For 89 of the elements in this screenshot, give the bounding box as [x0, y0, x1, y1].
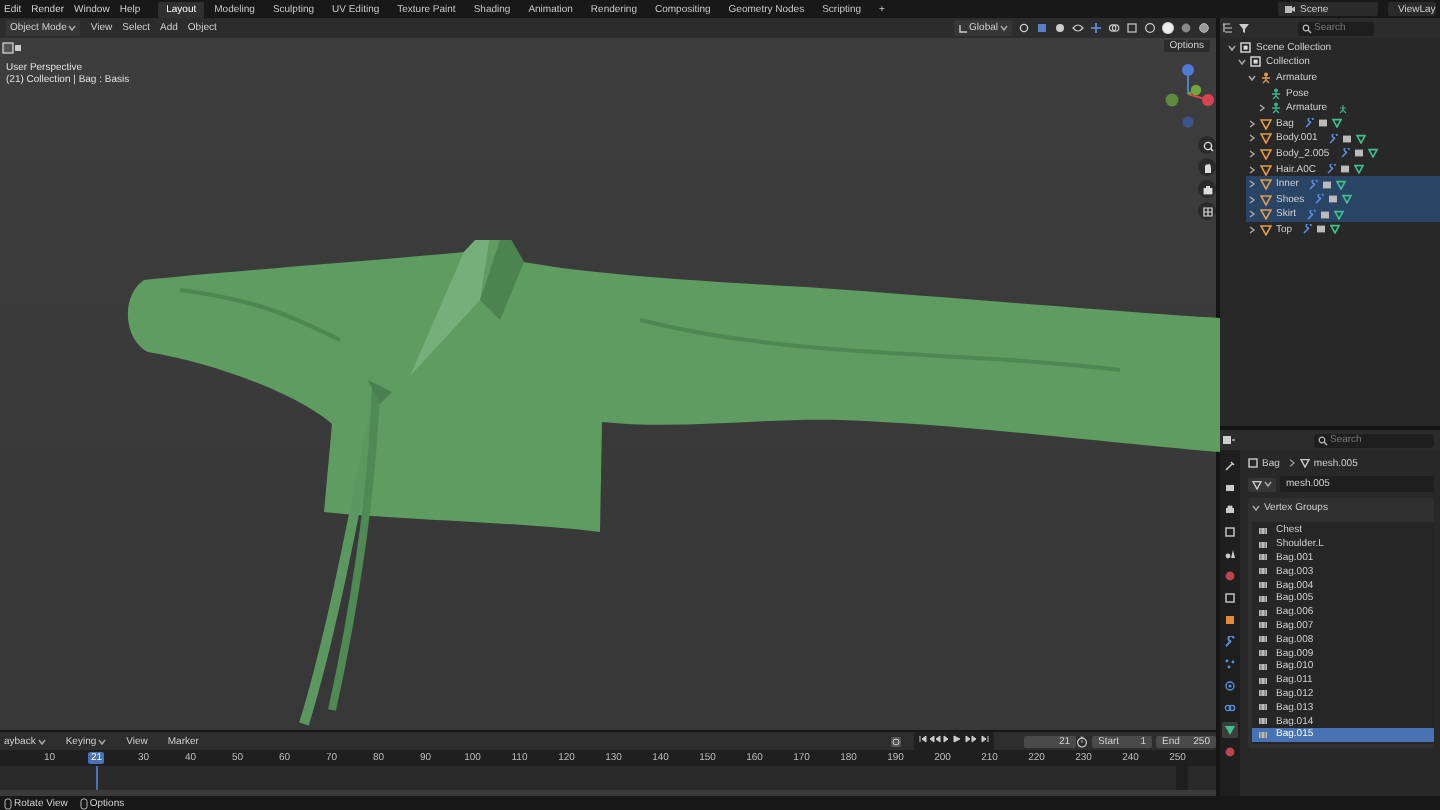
vertex-groups-icon[interactable]	[1317, 118, 1328, 129]
editor-type-icon[interactable]	[1222, 434, 1236, 446]
globe-icon	[1224, 570, 1236, 582]
properties-tab[interactable]	[1222, 546, 1238, 562]
figure-icon[interactable]	[1337, 103, 1348, 114]
square-icon	[1248, 458, 1258, 468]
vertex-group-icon	[1258, 702, 1268, 713]
properties-tab[interactable]	[1222, 612, 1238, 628]
properties-tab[interactable]	[1222, 502, 1238, 518]
navigation-button[interactable]	[1198, 158, 1216, 176]
navigation-button[interactable]	[1198, 180, 1216, 198]
properties-tab[interactable]	[1222, 524, 1238, 540]
wrench-icon[interactable]	[1339, 148, 1350, 159]
square-icon	[1224, 614, 1236, 626]
playhead-line	[96, 766, 98, 790]
overlay-icon[interactable]	[1108, 22, 1120, 34]
navigation-gizmo-drawing[interactable]	[1162, 60, 1214, 128]
vertex-group-icon	[1258, 566, 1268, 577]
properties-tab[interactable]	[1222, 678, 1238, 694]
caret-icon[interactable]	[37, 737, 46, 745]
caret-icon[interactable]	[1000, 24, 1008, 32]
triangle-icon	[1299, 458, 1310, 468]
properties-tab[interactable]	[1222, 722, 1238, 738]
gizmo-icon[interactable]	[1090, 22, 1102, 34]
display-mode-icon[interactable]	[1222, 22, 1236, 34]
properties-tab[interactable]	[1222, 458, 1238, 474]
axes-icon	[957, 23, 968, 33]
caret-icon[interactable]	[68, 24, 77, 32]
vertex-group-icon	[1258, 525, 1268, 536]
snap-icon[interactable]	[1036, 22, 1048, 34]
stopwatch-icon[interactable]	[1076, 735, 1088, 747]
mouse-icon	[79, 797, 88, 809]
link-icon	[1224, 702, 1236, 714]
sphere-icon	[1224, 746, 1236, 758]
pivot-icon[interactable]	[1018, 22, 1030, 34]
grid-icon	[1201, 205, 1213, 217]
mesh-data-browse-button[interactable]	[1248, 477, 1276, 491]
wrench-icon[interactable]	[1308, 179, 1319, 190]
solid-shading-icon[interactable]	[1162, 22, 1174, 34]
playback-buttons-icon	[918, 734, 990, 744]
caret-icon[interactable]	[98, 737, 107, 745]
camera-icon	[1201, 183, 1213, 195]
search-icon	[1302, 23, 1312, 33]
orbit-icon	[1224, 680, 1236, 692]
scene-icon	[1284, 4, 1296, 14]
wireframe-shading-icon[interactable]	[1144, 22, 1156, 34]
wrench-icon[interactable]	[1303, 118, 1314, 129]
triangle-icon[interactable]	[1331, 118, 1342, 129]
cursor-icon[interactable]	[12, 42, 24, 54]
navigation-button[interactable]	[1198, 136, 1216, 154]
hand-icon	[1201, 161, 1213, 173]
caret-icon[interactable]	[1252, 504, 1260, 512]
cone-sphere-icon	[1224, 548, 1236, 560]
wrench-icon[interactable]	[1327, 133, 1338, 144]
chevron-icon	[1287, 458, 1296, 468]
wrench-icon	[1224, 636, 1236, 648]
caret-icon[interactable]	[1264, 480, 1272, 488]
wrench-icon[interactable]	[1326, 164, 1337, 175]
properties-tab[interactable]	[1222, 590, 1238, 606]
rendered-shading-icon[interactable]	[1198, 22, 1210, 34]
particles-icon	[1224, 658, 1236, 670]
zoom-icon	[1201, 139, 1213, 151]
filter-icon[interactable]	[1238, 22, 1252, 34]
search-icon	[1318, 435, 1328, 445]
proportional-icon[interactable]	[1054, 22, 1066, 34]
wrench-icon[interactable]	[1314, 194, 1325, 205]
properties-tab[interactable]	[1222, 700, 1238, 716]
visibility-icon[interactable]	[1072, 22, 1084, 34]
properties-tab[interactable]	[1222, 480, 1238, 496]
collection-box-icon	[1224, 592, 1236, 604]
playback-controls[interactable]	[914, 732, 994, 750]
record-icon[interactable]	[890, 735, 902, 747]
printer-icon	[1224, 504, 1236, 516]
select-box-icon[interactable]	[2, 42, 14, 54]
navigation-button[interactable]	[1198, 202, 1216, 220]
figure-icon	[1260, 71, 1272, 84]
xray-icon[interactable]	[1126, 22, 1138, 34]
wrench-icon[interactable]	[1302, 224, 1313, 235]
triangle-icon	[1252, 479, 1262, 489]
wrench-icon[interactable]	[1306, 209, 1316, 220]
material-shading-icon[interactable]	[1180, 22, 1192, 34]
vertex-group-icon	[1258, 634, 1268, 645]
mouse-icon	[4, 797, 12, 809]
tool-icon	[1224, 460, 1236, 472]
triangle-icon	[1224, 724, 1236, 736]
camera-back-icon	[1224, 482, 1236, 494]
properties-tab[interactable]	[1222, 656, 1238, 672]
picture-icon	[1224, 526, 1236, 538]
properties-tab[interactable]	[1222, 634, 1238, 650]
